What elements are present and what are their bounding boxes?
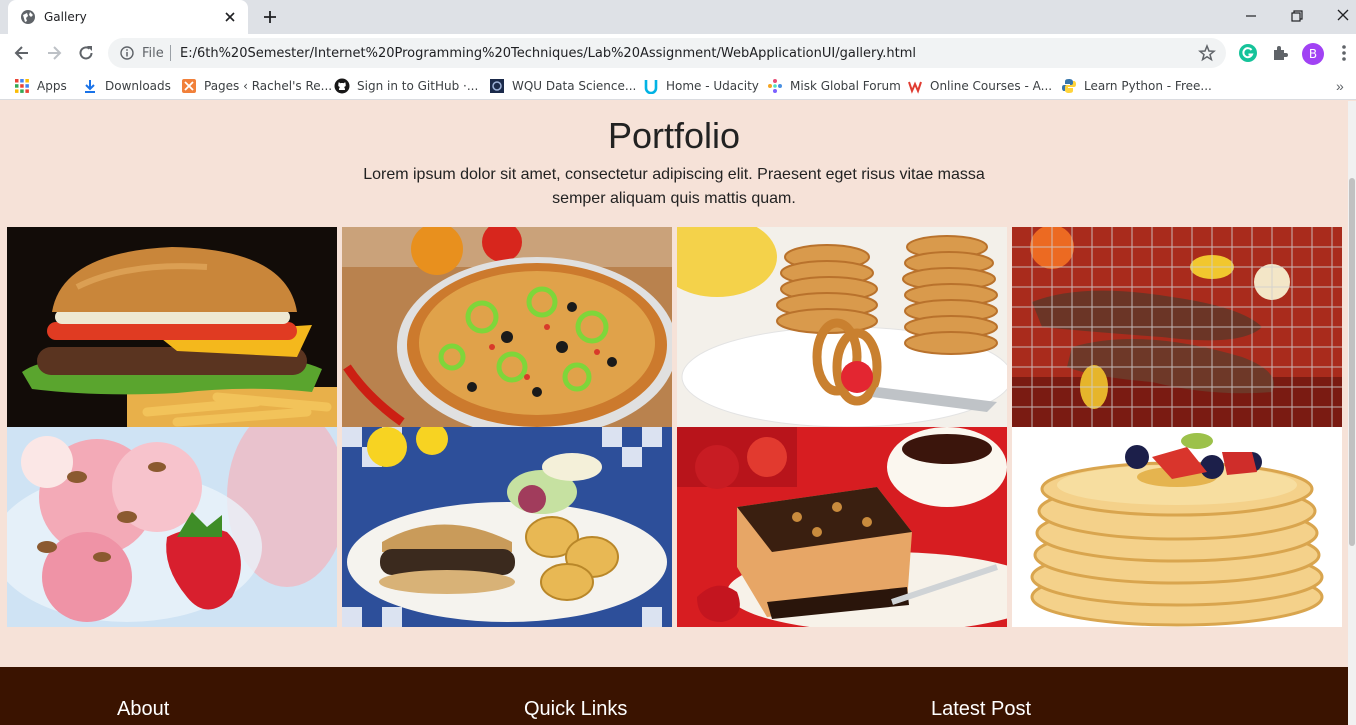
- info-icon[interactable]: [120, 46, 134, 60]
- github-icon: [334, 78, 350, 94]
- gallery-image-burger[interactable]: [7, 227, 337, 427]
- browser-toolbar: File E:/6th%20Semester/Internet%20Progra…: [0, 34, 1356, 72]
- gallery-image-cheesecake[interactable]: [677, 427, 1007, 627]
- download-icon: [85, 80, 95, 93]
- bookmark-wqu[interactable]: WQU Data Science...: [489, 77, 636, 95]
- footer-heading-about: About: [117, 698, 170, 720]
- bookmarks-bar: Apps Downloads Pages ‹ Rachel's Re... Si…: [0, 72, 1356, 100]
- bookmark-github[interactable]: Sign in to GitHub ·...: [334, 77, 478, 95]
- tab-title: Gallery: [44, 10, 87, 24]
- gallery-image-grill[interactable]: [1012, 227, 1342, 427]
- bookmark-star-icon[interactable]: [1198, 44, 1216, 62]
- footer-heading-latest-post: Latest Post: [931, 698, 1032, 720]
- tab-gallery[interactable]: Gallery: [8, 0, 248, 34]
- menu-kebab-icon[interactable]: [1340, 43, 1348, 63]
- url-text[interactable]: E:/6th%20Semester/Internet%20Programming…: [180, 46, 916, 61]
- bookmark-udacity[interactable]: Home - Udacity: [643, 77, 759, 95]
- python-icon: [1062, 79, 1076, 93]
- forward-arrow-icon[interactable]: [44, 43, 64, 63]
- bookmark-online-courses[interactable]: Online Courses - A...: [907, 77, 1052, 95]
- back-arrow-icon[interactable]: [12, 43, 32, 63]
- site-footer: About Quick Links Latest Post: [0, 667, 1348, 725]
- profile-avatar[interactable]: B: [1302, 43, 1324, 65]
- gallery-image-ice-cream[interactable]: [7, 427, 337, 627]
- minimize-icon[interactable]: [1238, 4, 1264, 28]
- restore-icon[interactable]: [1284, 4, 1310, 28]
- new-tab-icon[interactable]: [260, 7, 280, 27]
- footer-heading-quick-links: Quick Links: [524, 698, 628, 720]
- extensions-puzzle-icon[interactable]: [1270, 43, 1290, 63]
- bookmark-label: Online Courses - A...: [930, 79, 1053, 93]
- bookmark-label: Apps: [37, 79, 67, 93]
- gallery-image-pizza[interactable]: [342, 227, 672, 427]
- apps-grid-icon: [15, 79, 29, 93]
- omnibox-divider: [170, 45, 171, 61]
- bookmark-learn-python[interactable]: Learn Python - Free...: [1061, 77, 1212, 95]
- bookmark-label: Misk Global Forum: [790, 79, 901, 93]
- gallery-image-burger-plate[interactable]: [342, 427, 672, 627]
- scrollbar-thumb[interactable]: [1349, 178, 1355, 546]
- food-gallery: [7, 227, 1342, 627]
- bookmarks-overflow-icon[interactable]: »: [1336, 78, 1344, 94]
- address-bar[interactable]: File E:/6th%20Semester/Internet%20Progra…: [108, 38, 1226, 68]
- tab-strip: Gallery: [0, 0, 1356, 34]
- pages-icon: [182, 79, 196, 93]
- page-scrollbar[interactable]: [1348, 101, 1356, 725]
- misk-icon: [768, 79, 782, 93]
- scheme-label: File: [142, 46, 164, 61]
- page-viewport: Portfolio Lorem ipsum dolor sit amet, co…: [0, 101, 1348, 725]
- gallery-image-pancake-stack[interactable]: [1012, 427, 1342, 627]
- reload-icon[interactable]: [76, 43, 96, 63]
- grammarly-extension-icon[interactable]: [1238, 43, 1258, 63]
- udacity-icon: [644, 80, 658, 94]
- bookmark-apps[interactable]: Apps: [14, 77, 67, 95]
- wqu-icon: [490, 79, 504, 93]
- bookmark-label: Learn Python - Free...: [1084, 79, 1212, 93]
- page-description: Lorem ipsum dolor sit amet, consectetur …: [363, 166, 985, 207]
- globe-icon: [21, 10, 35, 24]
- page-title: Portfolio: [607, 115, 741, 156]
- bookmark-label: WQU Data Science...: [512, 79, 637, 93]
- courses-icon: [908, 81, 922, 94]
- bookmark-label: Sign in to GitHub ·...: [357, 79, 479, 93]
- bookmark-label: Pages ‹ Rachel's Re...: [204, 79, 333, 93]
- close-tab-icon[interactable]: [222, 9, 238, 25]
- bookmark-misk[interactable]: Misk Global Forum: [767, 77, 901, 95]
- bookmark-downloads[interactable]: Downloads: [82, 77, 171, 95]
- bookmark-label: Downloads: [105, 79, 171, 93]
- gallery-image-mini-pancakes[interactable]: [677, 227, 1007, 427]
- close-window-icon[interactable]: [1330, 4, 1356, 28]
- bookmark-pages[interactable]: Pages ‹ Rachel's Re...: [181, 77, 332, 95]
- bookmark-label: Home - Udacity: [666, 79, 759, 93]
